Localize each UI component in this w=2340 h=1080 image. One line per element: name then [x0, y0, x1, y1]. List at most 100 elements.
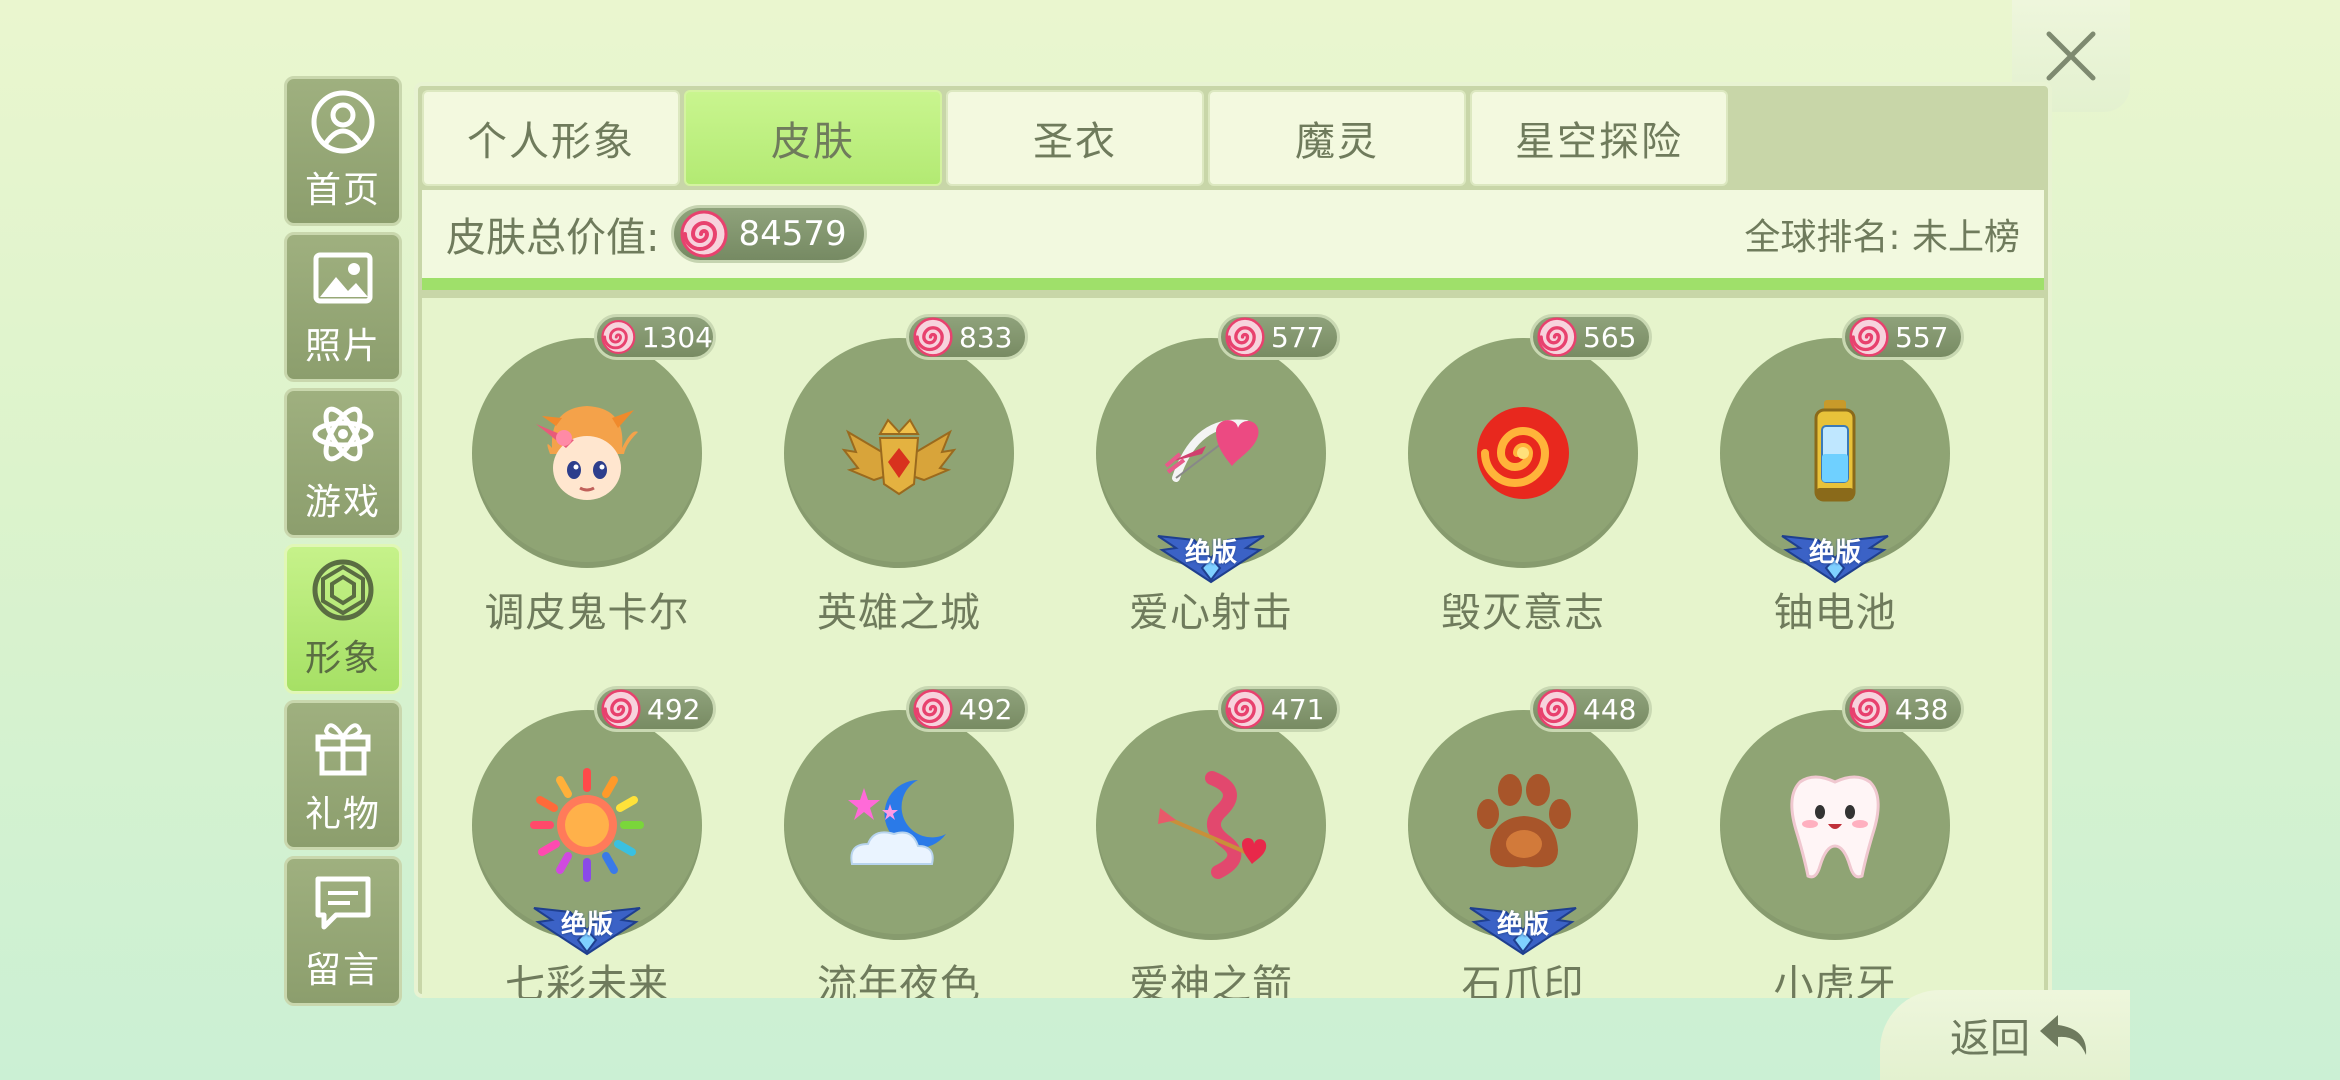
- flame-swirl-icon: [1477, 407, 1569, 499]
- skin-item[interactable]: 438 小虎牙: [1670, 670, 1982, 998]
- price-badge: 471: [1218, 686, 1340, 732]
- item-price: 565: [1583, 320, 1637, 354]
- item-price: 471: [1271, 692, 1325, 726]
- sidebar-item-photos[interactable]: 照片: [284, 232, 402, 382]
- global-rank: 全球排名: 未上榜: [1744, 217, 2020, 258]
- item-name: 七彩未来: [505, 962, 669, 998]
- sidebar-item-gifts[interactable]: 礼物: [284, 700, 402, 850]
- candy-coin-icon: [1849, 689, 1889, 729]
- karl-avatar-icon: [536, 406, 638, 500]
- candy-coin-icon: [913, 317, 953, 357]
- skin-thumbnail: [784, 710, 1014, 940]
- sidebar-item-label: 留言: [304, 950, 381, 991]
- item-name: 石爪印: [1461, 962, 1585, 998]
- total-value: 84579: [738, 214, 847, 254]
- total-value-badge: 84579: [671, 205, 868, 263]
- candy-coin-icon: [1225, 689, 1265, 729]
- price-badge: 1304: [594, 314, 716, 360]
- item-price: 1304: [641, 320, 713, 354]
- sidebar-item-label: 形象: [304, 638, 381, 679]
- candy-coin-icon: [1225, 317, 1265, 357]
- heart-bow-icon: [1164, 419, 1259, 482]
- skin-thumbnail: [472, 338, 702, 568]
- tab-space-adventure[interactable]: 星空探险: [1470, 90, 1728, 186]
- paw-print-icon: [1477, 774, 1571, 868]
- limited-edition-badge: 绝版: [1778, 528, 1892, 584]
- sidebar-item-appearance[interactable]: 形象: [284, 544, 402, 694]
- skin-thumbnail: [1096, 710, 1326, 940]
- item-price: 577: [1271, 320, 1325, 354]
- gem-icon: [312, 559, 374, 621]
- price-badge: 438: [1842, 686, 1964, 732]
- limited-label: 绝版: [1808, 538, 1861, 568]
- cupid-arrow-icon: [1158, 771, 1267, 879]
- sidebar-item-messages[interactable]: 留言: [284, 856, 402, 1006]
- price-badge: 492: [594, 686, 716, 732]
- skin-item[interactable]: 471 爱神之箭: [1046, 670, 1358, 998]
- skin-grid[interactable]: 1304 调皮鬼卡尔 833 英雄之城 577 绝版 爱心射击 565 毁灭意志…: [422, 298, 2044, 998]
- item-name: 英雄之城: [817, 590, 981, 636]
- sidebar-item-games[interactable]: 游戏: [284, 388, 402, 538]
- limited-label: 绝版: [1184, 538, 1237, 568]
- limited-edition-badge: 绝版: [1154, 528, 1268, 584]
- tab-skins[interactable]: 皮肤: [684, 90, 942, 186]
- winged-crown-icon: [841, 418, 957, 496]
- skin-item[interactable]: 1304 调皮鬼卡尔: [422, 298, 734, 658]
- moon-cloud-icon: [848, 780, 946, 865]
- battery-icon: [1814, 400, 1856, 502]
- item-price: 448: [1583, 692, 1637, 726]
- sidebar-item-home[interactable]: 首页: [284, 76, 402, 226]
- limited-label: 绝版: [1496, 910, 1549, 940]
- back-button[interactable]: 返回: [1880, 990, 2130, 1080]
- sidebar-item-label: 首页: [304, 170, 381, 211]
- skin-item[interactable]: 492 流年夜色: [734, 670, 1046, 998]
- tooth-icon: [1790, 775, 1880, 879]
- atom-icon: [312, 406, 374, 462]
- price-badge: 833: [906, 314, 1028, 360]
- message-icon: [315, 876, 371, 930]
- tab-bar: 个人形象 皮肤 圣衣 魔灵 星空探险: [418, 86, 1732, 190]
- skin-thumbnail: [784, 338, 1014, 568]
- close-icon: [2046, 31, 2096, 81]
- image-icon: [313, 252, 373, 304]
- candy-coin-icon: [1537, 317, 1577, 357]
- item-name: 流年夜色: [817, 962, 981, 998]
- candy-coin-icon: [913, 689, 953, 729]
- back-arrow-icon: [2040, 1015, 2087, 1055]
- tab-personal-image[interactable]: 个人形象: [422, 90, 680, 186]
- item-name: 调皮鬼卡尔: [484, 590, 690, 636]
- skin-item[interactable]: 833 英雄之城: [734, 298, 1046, 658]
- skin-item[interactable]: 557 绝版 铀电池: [1670, 298, 1982, 658]
- candy-coin-icon: [601, 319, 636, 355]
- price-badge: 557: [1842, 314, 1964, 360]
- rainbow-sun-icon: [530, 768, 644, 882]
- skin-item[interactable]: 565 毁灭意志: [1358, 298, 1670, 658]
- skin-item[interactable]: 492 绝版 七彩未来: [422, 670, 734, 998]
- item-name: 爱心射击: [1129, 590, 1293, 636]
- sidebar-item-label: 礼物: [304, 794, 381, 835]
- skin-item[interactable]: 577 绝版 爱心射击: [1046, 298, 1358, 658]
- skin-panel: 个人形象 皮肤 圣衣 魔灵 星空探险 皮肤总价值: 84579 全球排名: 未上…: [414, 82, 2052, 998]
- sidebar-item-label: 照片: [304, 326, 381, 367]
- gift-icon: [315, 723, 371, 776]
- limited-label: 绝版: [560, 910, 613, 940]
- tab-saint-cloth[interactable]: 圣衣: [946, 90, 1204, 186]
- back-label: 返回: [1950, 1016, 2030, 1062]
- user-circle-icon: [311, 90, 375, 154]
- item-price: 492: [959, 692, 1013, 726]
- item-price: 438: [1895, 692, 1949, 726]
- item-price: 833: [959, 320, 1013, 354]
- candy-coin-icon: [680, 210, 728, 258]
- sidebar: 首页 照片 游戏 形象 礼物 留言: [284, 76, 402, 1006]
- skin-thumbnail: [1408, 338, 1638, 568]
- tab-spirits[interactable]: 魔灵: [1208, 90, 1466, 186]
- price-badge: 577: [1218, 314, 1340, 360]
- item-price: 557: [1895, 320, 1949, 354]
- skin-item[interactable]: 448 绝版 石爪印: [1358, 670, 1670, 998]
- price-badge: 492: [906, 686, 1028, 732]
- item-name: 毁灭意志: [1441, 590, 1605, 636]
- skin-thumbnail: [1720, 710, 1950, 940]
- skin-value-summary: 皮肤总价值: 84579 全球排名: 未上榜: [422, 190, 2044, 290]
- candy-coin-icon: [601, 689, 641, 729]
- item-price: 492: [647, 692, 701, 726]
